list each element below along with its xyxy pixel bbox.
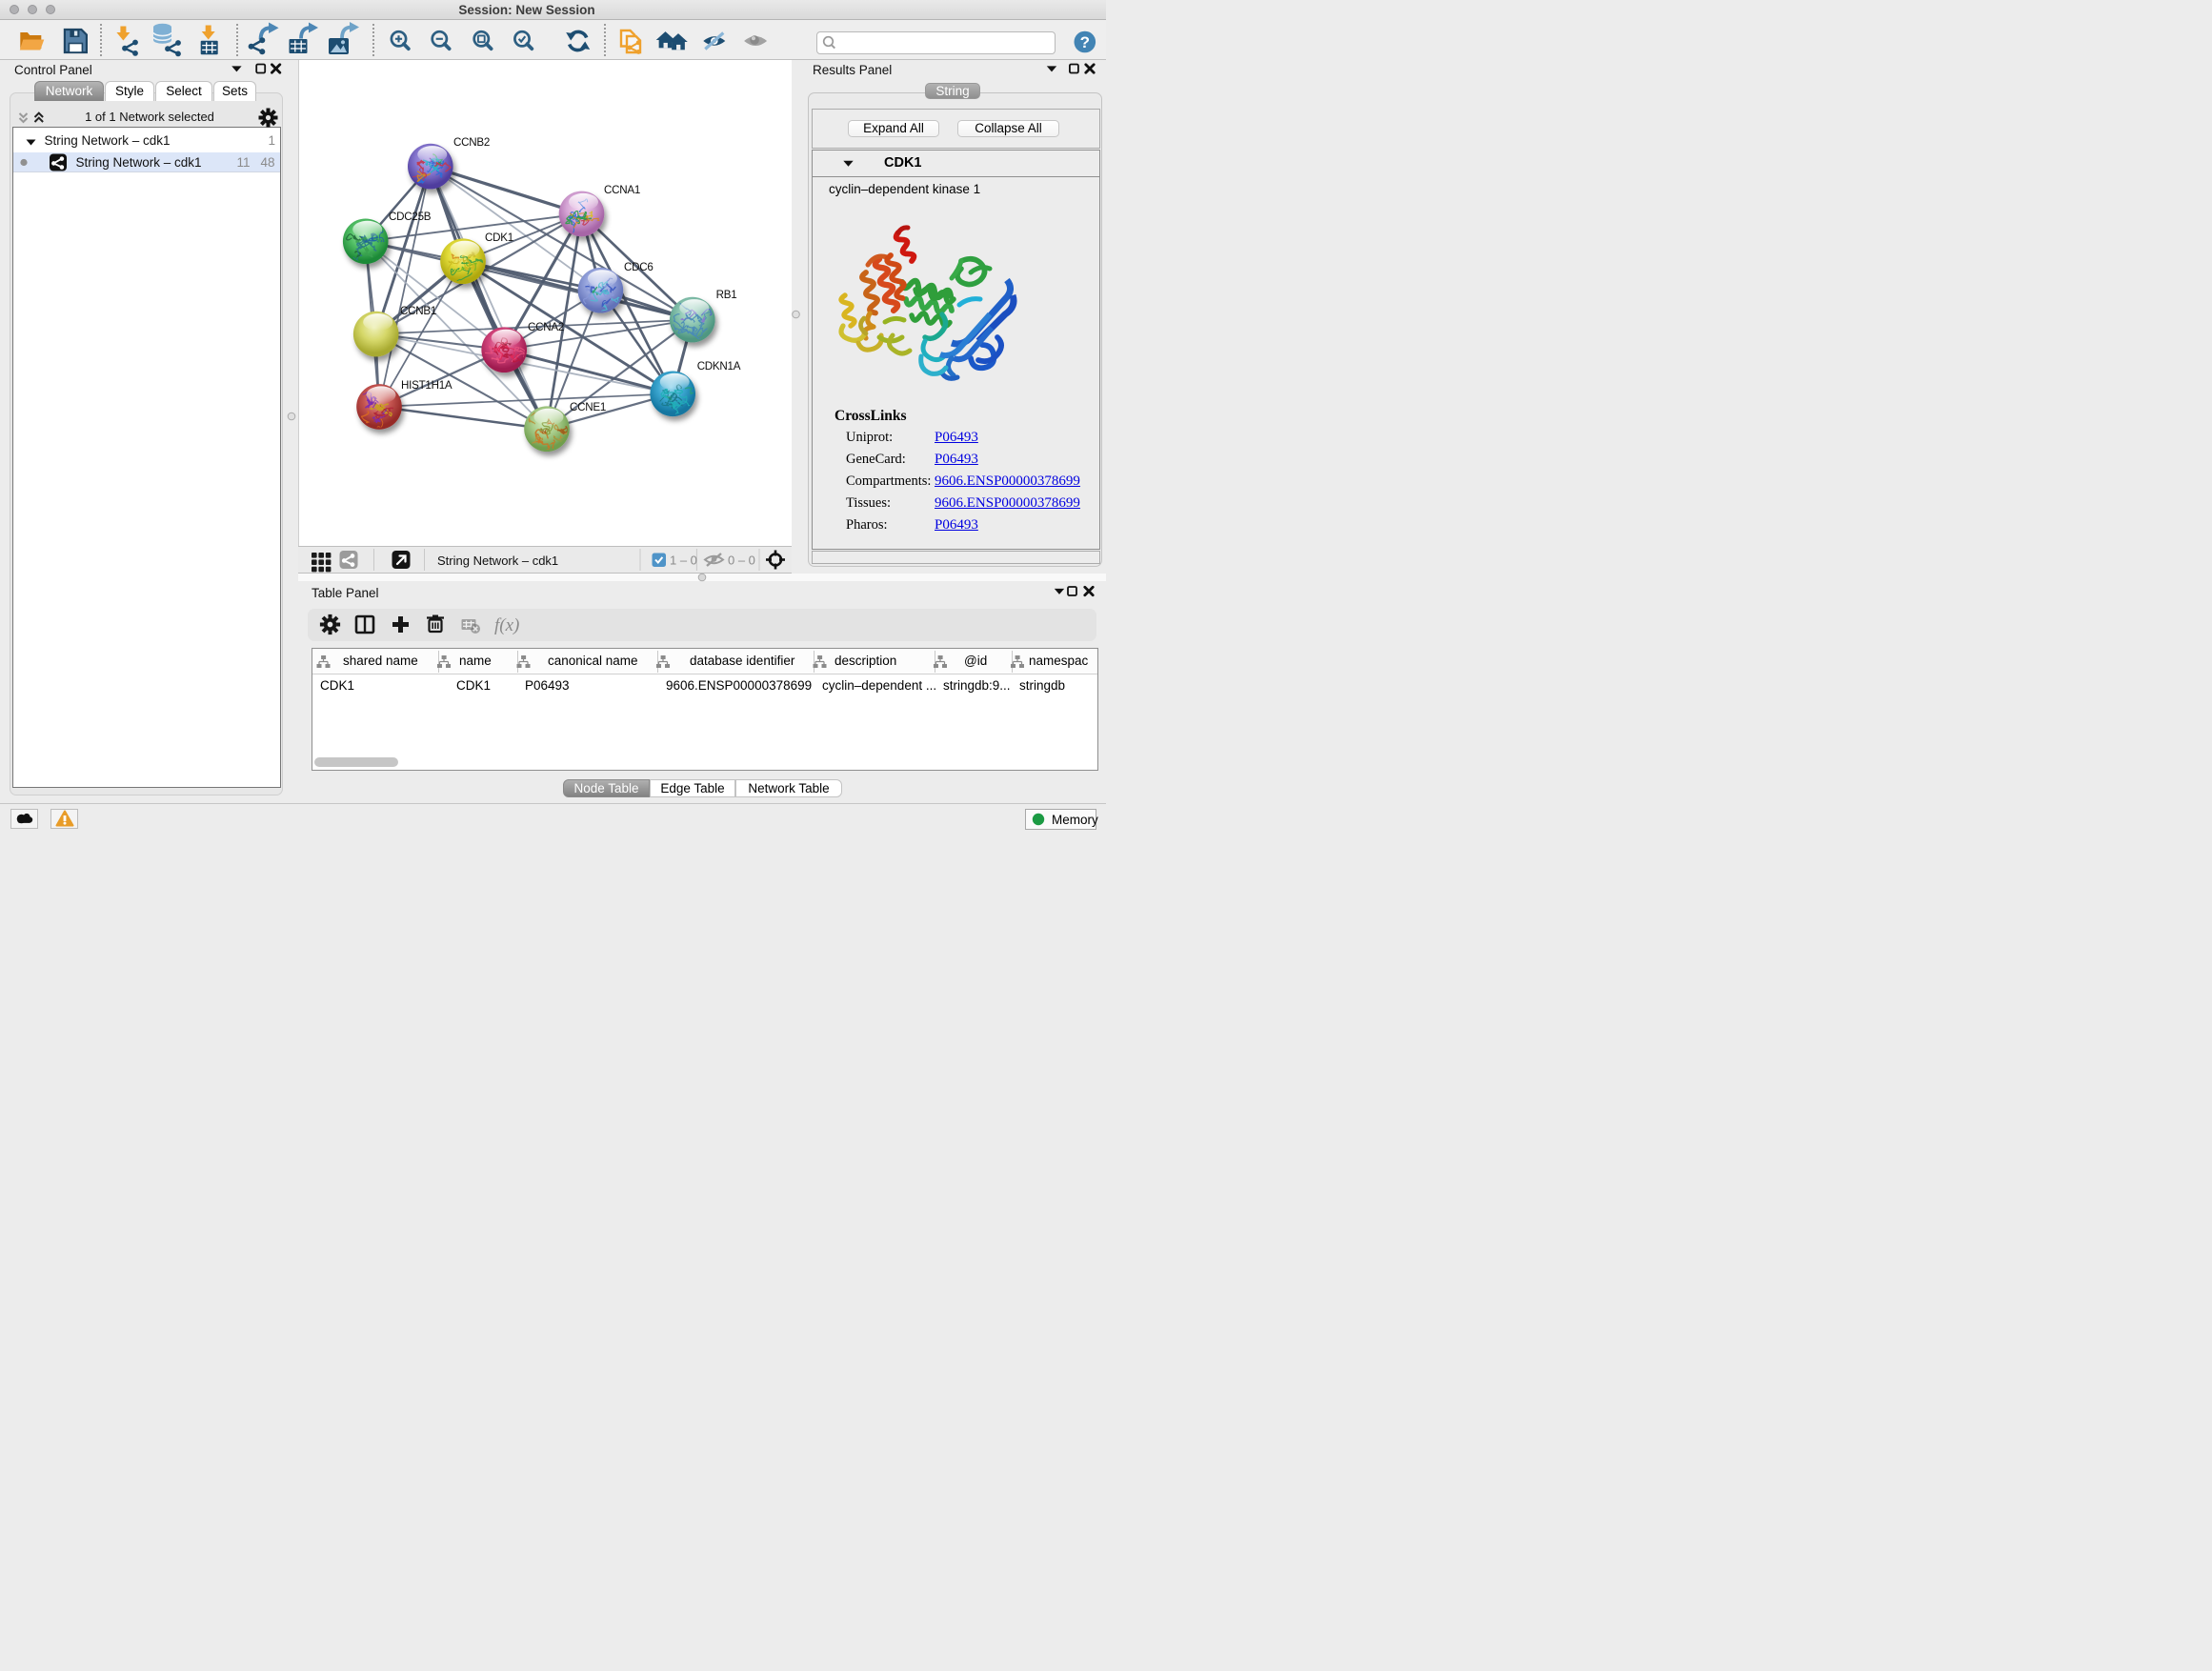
- svg-text:CDK1: CDK1: [485, 232, 513, 244]
- svg-text:CDKN1A: CDKN1A: [697, 360, 741, 372]
- svg-text:CCNA1: CCNA1: [604, 184, 640, 196]
- svg-text:CCNB1: CCNB1: [400, 305, 436, 317]
- svg-text:CCNE1: CCNE1: [570, 401, 606, 413]
- svg-text:CCNB2: CCNB2: [453, 136, 490, 149]
- svg-text:CCNA2: CCNA2: [528, 321, 564, 333]
- svg-text:HIST1H1A: HIST1H1A: [401, 379, 452, 392]
- svg-text:RB1: RB1: [716, 289, 737, 301]
- svg-text:CDC25B: CDC25B: [389, 211, 432, 223]
- svg-text:CDC6: CDC6: [624, 261, 654, 273]
